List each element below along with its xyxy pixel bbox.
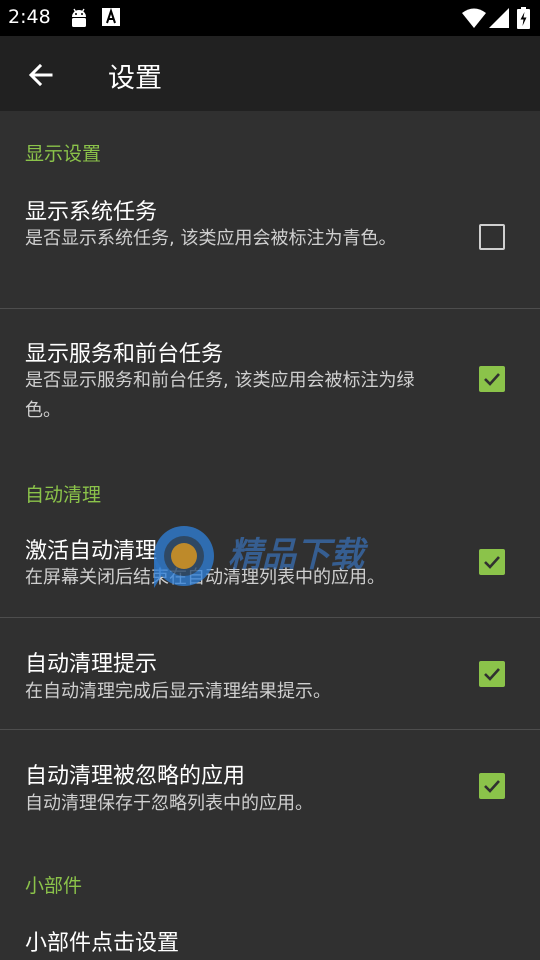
pref-summary: 自动清理保存于忽略列表中的应用。 [25,793,313,814]
section-header-widget: 小部件 [25,875,83,897]
pref-show-system-tasks[interactable]: 显示系统任务 是否显示系统任务, 该类应用会被标注为青色。 [0,170,540,308]
check-icon [484,780,500,793]
pref-title: 激活自动清理 [25,539,158,564]
pref-title: 显示系统任务 [25,200,158,225]
app-bar: 设置 [0,36,540,111]
pref-summary: 是否显示服务和前台任务, 该类应用会被标注为绿色。 [25,370,415,421]
pref-summary: 在自动清理完成后显示清理结果提示。 [25,681,331,702]
status-bar: 2:48 [0,0,540,36]
checkbox-auto-clean-notice[interactable] [479,661,505,687]
accessibility-a-icon [102,7,120,30]
watermark: 精品下载 [150,522,380,596]
signal-icon [489,8,509,32]
check-icon [484,668,500,681]
check-icon [484,373,500,386]
pref-title: 自动清理提示 [25,652,158,677]
back-button[interactable] [24,58,58,92]
checkbox-show-services[interactable] [479,366,505,392]
pref-title: 显示服务和前台任务 [25,342,224,367]
watermark-text: 精品下载 [228,535,369,575]
check-icon [484,556,500,569]
status-time: 2:48 [8,6,51,28]
section-header-auto-clean: 自动清理 [25,484,102,506]
battery-charging-icon [517,7,530,33]
pref-title: 小部件点击设置 [25,931,180,956]
pref-show-services[interactable]: 显示服务和前台任务 是否显示服务和前台任务, 该类应用会被标注为绿色。 [0,309,540,447]
checkbox-activate-auto-clean[interactable] [479,549,505,575]
checkbox-auto-clean-ignored[interactable] [479,773,505,799]
pref-auto-clean-notice[interactable]: 自动清理提示 在自动清理完成后显示清理结果提示。 [0,618,540,729]
android-icon [68,8,90,32]
page-title: 设置 [108,63,162,94]
arrow-back-icon [28,63,53,87]
pref-widget-click-settings[interactable]: 小部件点击设置 [0,900,540,960]
checkbox-show-system-tasks[interactable] [479,224,505,250]
pref-title: 自动清理被忽略的应用 [25,764,246,789]
section-header-display: 显示设置 [25,143,102,165]
watermark-logo-icon [154,526,214,588]
pref-auto-clean-ignored[interactable]: 自动清理被忽略的应用 自动清理保存于忽略列表中的应用。 [0,730,540,841]
wifi-icon [462,8,486,32]
pref-summary: 是否显示系统任务, 该类应用会被标注为青色。 [25,228,397,249]
